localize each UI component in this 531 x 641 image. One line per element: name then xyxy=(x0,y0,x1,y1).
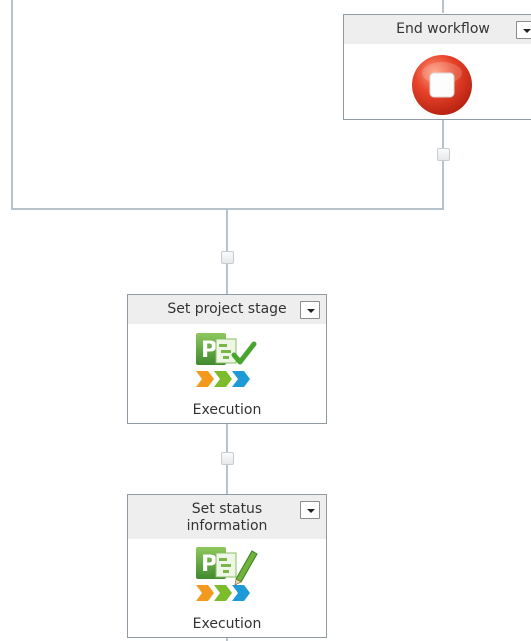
action-header: Set project stage xyxy=(128,295,326,324)
connector-line xyxy=(442,0,444,13)
action-header: Set status information xyxy=(128,495,326,539)
action-title-line: Set status xyxy=(191,501,263,517)
set-status-information-action[interactable]: Set status information P Execution xyxy=(127,494,327,638)
end-workflow-action[interactable]: End workflow xyxy=(343,14,531,120)
action-title: Set project stage xyxy=(167,301,287,317)
connector-handle[interactable] xyxy=(221,452,234,465)
project-stage-icon: P xyxy=(194,331,260,391)
dropdown-button[interactable] xyxy=(300,301,320,319)
action-title-line: information xyxy=(186,518,268,534)
connector-line xyxy=(442,120,444,210)
dropdown-button[interactable] xyxy=(300,501,320,519)
action-caption: Execution xyxy=(192,402,262,418)
dropdown-button[interactable] xyxy=(516,21,531,39)
connector-line xyxy=(11,0,13,210)
project-status-edit-icon: P xyxy=(194,545,260,605)
action-caption: Execution xyxy=(192,616,262,632)
workflow-canvas: End workflow Set project stage P Executi… xyxy=(0,0,531,641)
action-header: End workflow xyxy=(344,15,531,44)
connector-handle[interactable] xyxy=(437,148,450,161)
svg-text:P: P xyxy=(201,552,217,577)
connector-handle[interactable] xyxy=(221,251,234,264)
set-project-stage-action[interactable]: Set project stage P Execution xyxy=(127,294,327,424)
svg-text:P: P xyxy=(201,338,217,363)
stop-icon xyxy=(410,53,474,117)
action-title: End workflow xyxy=(396,21,490,37)
